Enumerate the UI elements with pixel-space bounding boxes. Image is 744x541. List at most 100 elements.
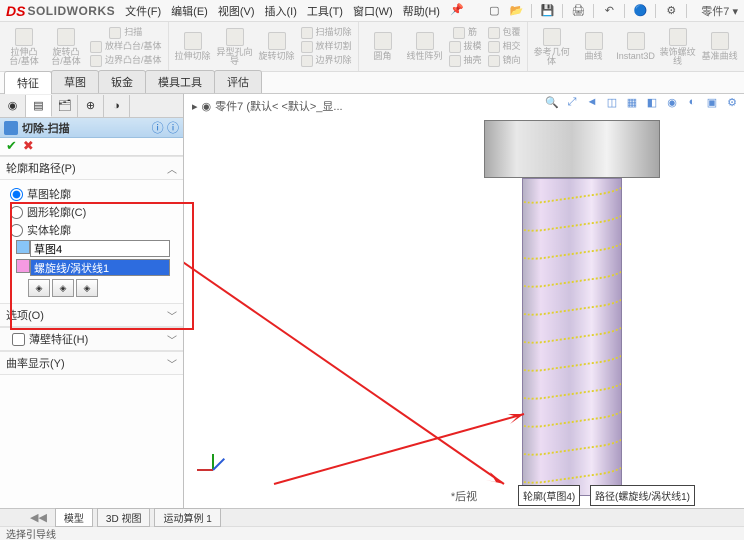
menu-view[interactable]: 视图(V) [218,3,255,19]
annotation-arrow-1 [184,224,524,494]
chevron-down-icon: ﹀ [167,308,177,323]
tab-sketch[interactable]: 草图 [51,70,99,93]
datum-curve-button[interactable]: 基准曲线 [702,26,738,67]
open-icon[interactable]: 📂 [509,4,523,18]
radio-sketch-profile[interactable] [10,188,23,201]
quick-access-toolbar: ▢ 📂 💾 🖨 ↶ 🔵 ⚙ 零件7 ▾ [487,3,738,19]
menu-edit[interactable]: 编辑(E) [171,3,208,19]
edit-appearance-icon[interactable]: ◐ [684,94,700,110]
tab-nav-left-icon[interactable]: ◀◀ [30,511,47,524]
instant3d-button[interactable]: Instant3D [618,26,654,67]
rib-button[interactable]: 筋 [449,27,482,39]
menu-pin-icon[interactable]: 📌 [450,3,464,19]
profile-input[interactable] [30,240,170,257]
boundary-cut-button[interactable]: 边界切除 [301,55,352,67]
bottom-tab-model[interactable]: 模型 [55,508,93,527]
cosmetic-thread-button[interactable]: 装饰螺纹线 [660,26,696,67]
undo-icon[interactable]: ↶ [602,4,616,18]
bottom-tab-3dview[interactable]: 3D 视图 [97,508,151,527]
menu-help[interactable]: 帮助(H) [403,3,440,19]
rebuild-icon[interactable]: 🔵 [633,4,647,18]
radio-sketch-profile-label: 草图轮廓 [27,186,71,202]
section-view-icon[interactable]: ◫ [604,94,620,110]
group-thin[interactable]: 薄壁特征(H) ﹀ [0,327,183,351]
radio-solid-profile[interactable] [10,224,23,237]
sweep-button[interactable]: 扫描 [90,27,162,39]
view-name: *后视 [451,488,477,504]
help-icon[interactable]: ⓘ ⓘ [152,119,179,136]
wrap-button[interactable]: 包覆 [488,27,521,39]
pane-tab-appearance-icon[interactable]: ◑ [104,95,130,117]
align-btn-2[interactable]: ◈ [52,279,74,297]
profile-color-chip [16,240,30,254]
radio-circle-profile[interactable] [10,206,23,219]
pane-tab-property-icon[interactable]: ▤ [26,95,52,117]
ref-geometry-button[interactable]: 参考几何体 [534,26,570,67]
hole-wizard-button[interactable]: 异型孔向导 [217,26,253,67]
tab-evaluate[interactable]: 评估 [214,70,262,93]
apply-scene-icon[interactable]: ▣ [704,94,720,110]
group-profile-path[interactable]: 轮廓和路径(P) ︿ [0,156,183,180]
pane-tab-config-icon[interactable]: 🗂 [52,95,78,117]
display-style-icon[interactable]: ◧ [644,94,660,110]
path-input[interactable]: 螺旋线/涡状线1 [30,259,170,276]
shell-button[interactable]: 抽壳 [449,55,482,67]
menu-insert[interactable]: 插入(I) [265,3,297,19]
breadcrumb-expand-icon[interactable]: ▸ [192,100,198,113]
prev-view-icon[interactable]: ◄ [584,94,600,110]
document-name[interactable]: 零件7 ▾ [701,3,738,19]
view-settings-icon[interactable]: ⚙ [724,94,740,110]
model-bolt-head [484,120,660,178]
group-options[interactable]: 选项(O) ﹀ [0,303,183,327]
align-btn-3[interactable]: ◈ [76,279,98,297]
fillet-button[interactable]: 圆角 [365,26,401,67]
zoom-fit-icon[interactable]: 🔍 [544,94,560,110]
pane-tab-feature-tree-icon[interactable]: ◉ [0,95,26,117]
revolve-boss-button[interactable]: 旋转凸台/基体 [48,26,84,67]
zoom-area-icon[interactable]: ⤢ [564,94,580,110]
group-profile-path-label: 轮廓和路径(P) [6,160,76,176]
draft-button[interactable]: 拔模 [449,41,482,53]
tab-feature[interactable]: 特征 [4,71,52,94]
extrude-boss-button[interactable]: 拉伸凸台/基体 [6,26,42,67]
ribbon-group-features: 拉伸凸台/基体 旋转凸台/基体 扫描 放样凸台/基体 边界凸台/基体 [0,22,169,71]
mirror-button[interactable]: 镜向 [488,55,521,67]
menu-file[interactable]: 文件(F) [125,3,161,19]
separator [593,4,594,18]
group-curvature[interactable]: 曲率显示(Y) ﹀ [0,351,183,375]
sweep-cut-button[interactable]: 扫描切除 [301,27,352,39]
sweep-cut-small-icon [4,121,18,135]
loft-cut-button[interactable]: 放样切割 [301,41,352,53]
menu-window[interactable]: 窗口(W) [353,3,393,19]
thin-feature-checkbox[interactable] [12,333,25,346]
curves-button[interactable]: 曲线 [576,26,612,67]
graphics-viewport[interactable]: ▸ ◉ 零件7 (默认< <默认>_显... 🔍 ⤢ ◄ ◫ ▦ ◧ ◉ ◐ ▣… [184,94,744,508]
align-btn-1[interactable]: ◈ [28,279,50,297]
intersect-button[interactable]: 相交 [488,41,521,53]
menu-tools[interactable]: 工具(T) [307,3,343,19]
hide-show-icon[interactable]: ◉ [664,94,680,110]
boundary-button[interactable]: 边界凸台/基体 [90,55,162,67]
bottom-tab-motion[interactable]: 运动算例 1 [154,508,220,527]
view-orient-icon[interactable]: ▦ [624,94,640,110]
tab-moldtools[interactable]: 模具工具 [145,70,215,93]
cancel-button[interactable]: ✖ [23,138,34,154]
tab-sheetmetal[interactable]: 钣金 [98,70,146,93]
separator [624,4,625,18]
revolve-cut-button[interactable]: 旋转切除 [259,26,295,67]
breadcrumb[interactable]: ▸ ◉ 零件7 (默认< <默认>_显... [192,98,343,114]
save-icon[interactable]: 💾 [540,4,554,18]
ok-button[interactable]: ✔ [6,138,17,154]
pane-tab-dimxpert-icon[interactable]: ⊕ [78,95,104,117]
ribbon-group-cut: 拉伸切除 异型孔向导 旋转切除 扫描切除 放样切割 边界切除 [169,22,359,71]
linear-pattern-button[interactable]: 线性阵列 [407,26,443,67]
extrude-cut-button[interactable]: 拉伸切除 [175,26,211,67]
new-icon[interactable]: ▢ [487,4,501,18]
orientation-triad[interactable] [194,452,230,488]
print-icon[interactable]: 🖨 [571,4,585,18]
options-icon[interactable]: ⚙ [664,4,678,18]
loft-button[interactable]: 放样凸台/基体 [90,41,162,53]
confirm-row: ✔ ✖ [0,138,183,156]
feature-title: 切除-扫描 [22,120,70,136]
viewport-toolbar: 🔍 ⤢ ◄ ◫ ▦ ◧ ◉ ◐ ▣ ⚙ [544,94,740,110]
